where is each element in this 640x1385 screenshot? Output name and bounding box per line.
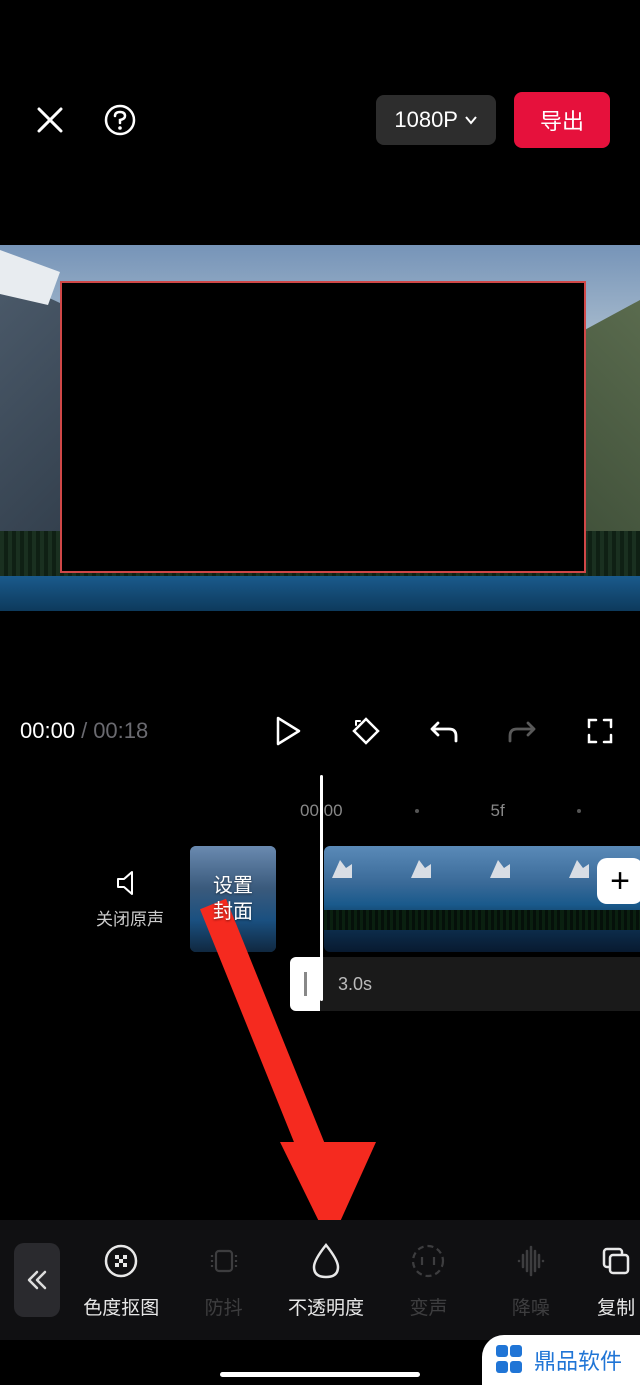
tool-label: 降噪 xyxy=(512,1293,550,1320)
handle-icon xyxy=(304,972,307,996)
playhead[interactable] xyxy=(320,775,323,1001)
undo-button[interactable] xyxy=(424,711,464,751)
transport-bar: 00:00 / 00:18 xyxy=(0,711,640,751)
keyframe-button[interactable] xyxy=(346,711,386,751)
opacity-icon xyxy=(310,1242,342,1280)
time-duration: 00:18 xyxy=(93,718,148,744)
play-button[interactable] xyxy=(268,711,308,751)
clip-thumbnail xyxy=(324,846,403,952)
clip-duration-label: 3.0s xyxy=(338,974,372,995)
chevron-down-icon xyxy=(464,115,478,125)
clip-thumbnail xyxy=(482,846,561,952)
plus-icon: + xyxy=(610,862,630,901)
resolution-button[interactable]: 1080P xyxy=(376,95,496,145)
export-label: 导出 xyxy=(540,109,584,134)
chevron-double-left-icon xyxy=(25,1268,49,1292)
undo-icon xyxy=(429,717,459,745)
audio-track-row: 3.0s xyxy=(290,957,640,1011)
copy-icon xyxy=(598,1243,634,1279)
cover-label: 设置 封面 xyxy=(213,873,253,925)
export-button[interactable]: 导出 xyxy=(514,92,610,148)
add-clip-button[interactable]: + xyxy=(597,858,640,904)
voice-icon xyxy=(410,1243,446,1279)
fullscreen-button[interactable] xyxy=(580,711,620,751)
mute-label: 关闭原声 xyxy=(96,905,164,930)
tool-stabilize[interactable]: 防抖 xyxy=(182,1241,264,1320)
keyframe-icon xyxy=(350,715,382,747)
overlay-selection[interactable] xyxy=(60,281,586,573)
denoise-icon xyxy=(513,1243,549,1279)
fullscreen-icon xyxy=(586,717,614,745)
stabilize-icon xyxy=(206,1243,242,1279)
speaker-icon xyxy=(115,869,145,897)
watermark: 鼎品软件 xyxy=(482,1335,640,1385)
clip-thumbnail xyxy=(403,846,482,952)
play-icon xyxy=(275,716,301,746)
chroma-icon xyxy=(103,1243,139,1279)
home-indicator[interactable] xyxy=(220,1372,420,1377)
tool-opacity[interactable]: 不透明度 xyxy=(285,1241,367,1320)
bottom-toolbar: 色度抠图 防抖 不透明度 变声 xyxy=(0,1220,640,1340)
set-cover-button[interactable]: 设置 封面 xyxy=(190,846,276,952)
tool-label: 色度抠图 xyxy=(83,1293,159,1320)
ruler-dot xyxy=(577,809,581,813)
tool-copy[interactable]: 复制 xyxy=(592,1241,640,1320)
redo-icon xyxy=(507,717,537,745)
tool-chroma-key[interactable]: 色度抠图 xyxy=(80,1241,162,1320)
mute-toggle[interactable]: 关闭原声 xyxy=(80,869,180,930)
close-button[interactable] xyxy=(30,100,70,140)
tool-label: 防抖 xyxy=(205,1293,243,1320)
ruler-dot xyxy=(415,809,419,813)
help-icon xyxy=(103,103,137,137)
overlay-clip[interactable]: 3.0s xyxy=(320,957,640,1011)
watermark-text: 鼎品软件 xyxy=(534,1344,622,1376)
header: 1080P 导出 xyxy=(0,0,640,145)
ruler-tick: 5f xyxy=(491,801,505,821)
resolution-label: 1080P xyxy=(394,107,458,133)
help-button[interactable] xyxy=(100,100,140,140)
video-preview[interactable] xyxy=(0,245,640,611)
preview-background xyxy=(0,576,640,611)
time-current: 00:00 xyxy=(20,718,75,744)
tool-voice-change[interactable]: 变声 xyxy=(387,1241,469,1320)
tool-denoise[interactable]: 降噪 xyxy=(490,1241,572,1320)
clip-handle-left[interactable] xyxy=(290,957,320,1011)
tool-label: 复制 xyxy=(597,1293,635,1320)
time-separator: / xyxy=(81,718,87,744)
tool-label: 变声 xyxy=(409,1293,447,1320)
toolbar-back-button[interactable] xyxy=(14,1243,60,1317)
tool-label: 不透明度 xyxy=(288,1293,364,1320)
redo-button[interactable] xyxy=(502,711,542,751)
watermark-logo-icon xyxy=(496,1345,526,1375)
video-clip[interactable] xyxy=(324,846,640,952)
close-icon xyxy=(35,105,65,135)
